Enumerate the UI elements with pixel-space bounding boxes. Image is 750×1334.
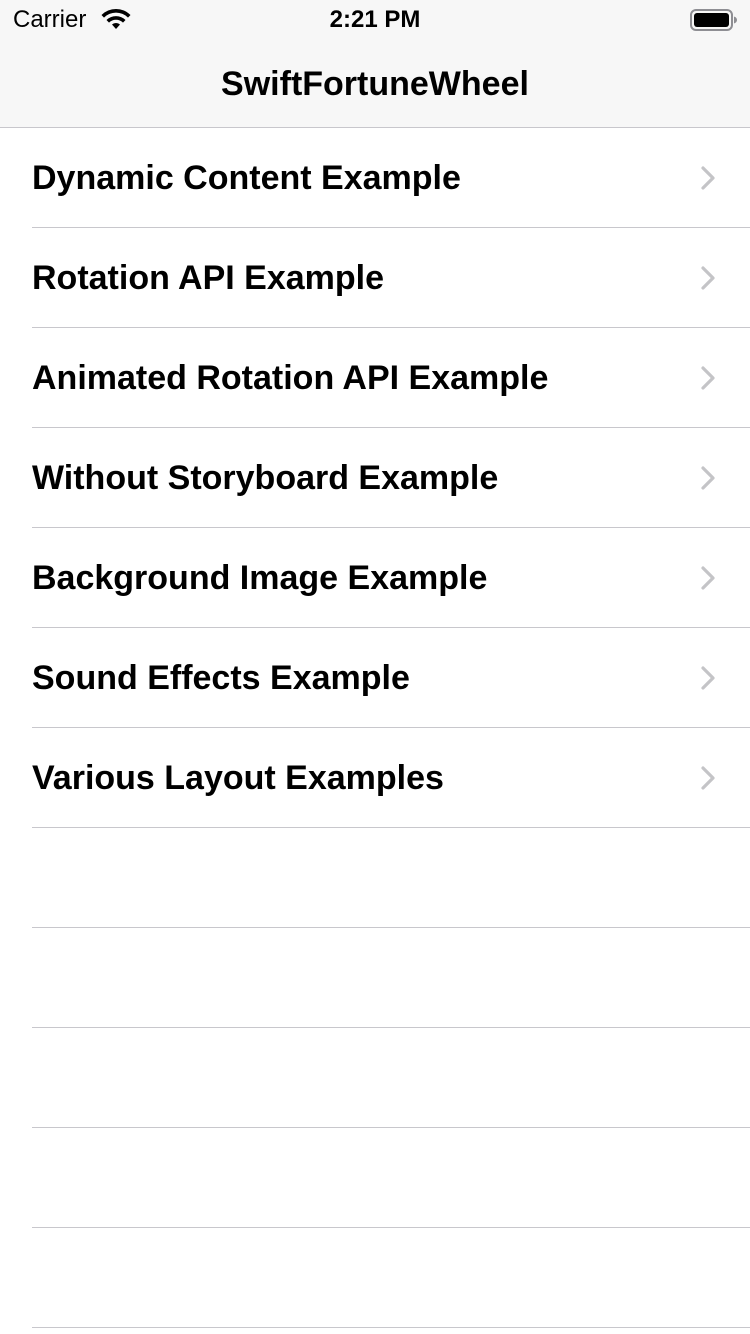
list-item-label: Animated Rotation API Example: [32, 359, 549, 397]
list-item-label: Sound Effects Example: [32, 659, 410, 697]
status-time: 2:21 PM: [329, 6, 421, 33]
chevron-right-icon: [701, 666, 715, 690]
chevron-right-icon: [701, 266, 715, 290]
list-item[interactable]: Rotation API Example: [0, 228, 750, 328]
chevron-right-icon: [701, 766, 715, 790]
list-item[interactable]: Background Image Example: [0, 528, 750, 628]
navigation-bar: Carrier 2:21 PM SwiftFortuneWheel: [0, 0, 750, 128]
list-item-label: Various Layout Examples: [32, 759, 444, 797]
page-title: SwiftFortuneWheel: [221, 65, 529, 103]
list-item[interactable]: Without Storyboard Example: [0, 428, 750, 528]
empty-row: [0, 928, 750, 1028]
empty-row: [0, 1128, 750, 1228]
list-item[interactable]: Animated Rotation API Example: [0, 328, 750, 428]
chevron-right-icon: [701, 366, 715, 390]
list-item-label: Background Image Example: [32, 559, 488, 597]
empty-row: [0, 1028, 750, 1128]
list-item[interactable]: Sound Effects Example: [0, 628, 750, 728]
list-item-label: Dynamic Content Example: [32, 159, 461, 197]
chevron-right-icon: [701, 166, 715, 190]
list-item-label: Without Storyboard Example: [32, 459, 499, 497]
empty-row: [0, 828, 750, 928]
chevron-right-icon: [701, 466, 715, 490]
status-bar: Carrier 2:21 PM: [0, 0, 750, 40]
list-item[interactable]: Various Layout Examples: [0, 728, 750, 828]
chevron-right-icon: [701, 566, 715, 590]
empty-row: [0, 1228, 750, 1328]
list-item-label: Rotation API Example: [32, 259, 385, 297]
battery-icon: [690, 9, 737, 31]
examples-list: Dynamic Content Example Rotation API Exa…: [0, 128, 750, 1328]
list-item[interactable]: Dynamic Content Example: [0, 128, 750, 228]
